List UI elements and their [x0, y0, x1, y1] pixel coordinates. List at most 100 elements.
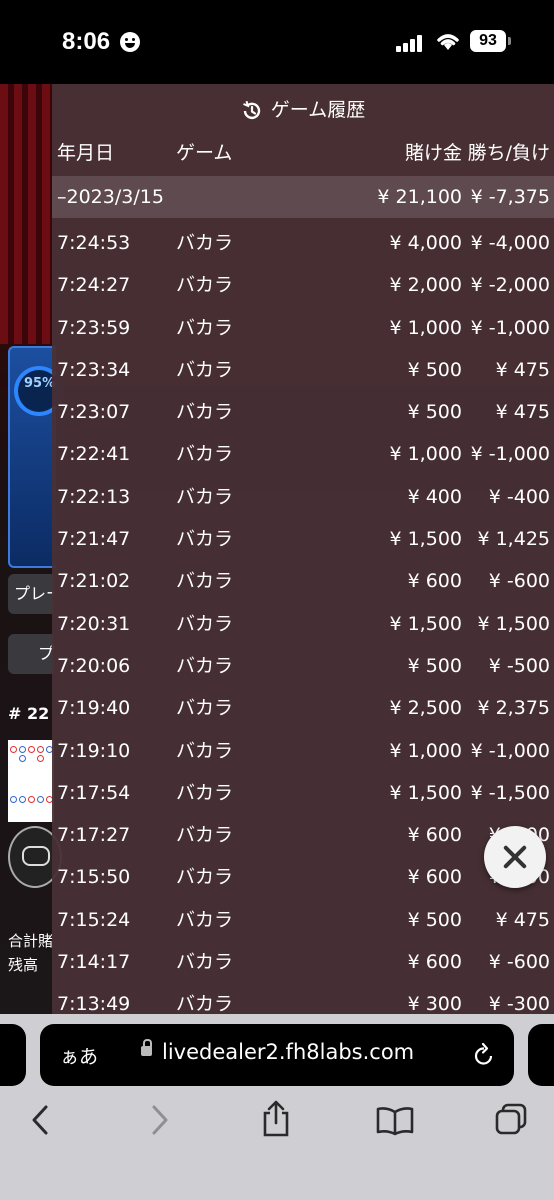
date-summary-row[interactable]: –2023/3/15 ¥ 21,100 ¥ -7,375 — [52, 176, 554, 218]
table-row[interactable]: 7:20:31 バカラ ¥ 1,500 ¥ 1,500 — [52, 603, 554, 645]
row-time: 7:19:10 — [57, 739, 131, 762]
row-bet: ¥ 600 — [407, 951, 462, 974]
wifi-icon — [437, 34, 459, 50]
row-time: 7:15:24 — [57, 908, 131, 931]
forward-icon[interactable] — [146, 1104, 172, 1136]
row-bet: ¥ 1,000 — [389, 316, 462, 339]
row-bet: ¥ 500 — [407, 908, 462, 931]
table-row[interactable]: 7:23:59 バカラ ¥ 1,000 ¥ -1,000 — [52, 307, 554, 349]
table-row[interactable]: 7:19:10 バカラ ¥ 1,000 ¥ -1,000 — [52, 730, 554, 772]
row-game: バカラ — [176, 654, 234, 677]
total-bet-label: 合計賭 — [8, 932, 54, 950]
row-time: 7:20:31 — [57, 612, 131, 635]
row-bet: ¥ 1,000 — [389, 443, 462, 466]
row-game: バカラ — [176, 739, 234, 762]
column-header-date: 年月日 — [57, 142, 115, 164]
row-time: 7:23:34 — [57, 358, 131, 381]
cellular-signal-icon — [396, 34, 424, 52]
play-button-secondary[interactable]: プ — [8, 634, 54, 674]
bookmarks-icon[interactable] — [376, 1106, 414, 1136]
row-time: 7:24:53 — [57, 232, 131, 254]
close-button[interactable] — [484, 826, 546, 888]
table-row[interactable]: 7:23:07 バカラ ¥ 500 ¥ 475 — [52, 391, 554, 433]
table-row[interactable]: 7:24:27 バカラ ¥ 2,000 ¥ -2,000 — [52, 264, 554, 306]
tabs-icon[interactable] — [494, 1102, 528, 1136]
column-header-win: 勝ち/負け — [467, 142, 550, 164]
row-time: 7:15:50 — [57, 866, 131, 889]
row-time: 7:14:17 — [57, 951, 131, 974]
history-icon — [242, 100, 260, 119]
panel-title: ゲーム履歴 — [52, 84, 554, 136]
url-text[interactable]: livedealer2.fh8labs.com — [162, 1040, 414, 1064]
table-row[interactable]: 7:17:27バカラ¥ 600¥ -600 — [52, 814, 554, 856]
row-bet: ¥ 500 — [407, 401, 462, 424]
battery-icon: 93 — [470, 30, 511, 52]
row-game: バカラ — [176, 697, 234, 720]
table-row[interactable]: 7:23:34 バカラ ¥ 500 ¥ 475 — [52, 349, 554, 391]
row-win: ¥ -300 — [488, 993, 550, 1012]
table-row[interactable]: 7:24:53 バカラ ¥ 4,000 ¥ -4,000 — [52, 222, 554, 264]
row-game: バカラ — [176, 781, 234, 804]
row-bet: ¥ 1,000 — [389, 739, 462, 762]
row-win: ¥ -1,000 — [470, 316, 550, 339]
row-time: 7:22:13 — [57, 485, 131, 508]
table-row[interactable]: 7:19:40 バカラ ¥ 2,500 ¥ 2,375 — [52, 687, 554, 729]
row-time: 7:17:27 — [57, 824, 131, 847]
row-bet: ¥ 1,500 — [389, 781, 462, 804]
row-bet: ¥ 300 — [407, 993, 462, 1012]
table-row[interactable]: 7:21:47 バカラ ¥ 1,500 ¥ 1,425 — [52, 518, 554, 560]
row-bet: ¥ 500 — [407, 654, 462, 677]
row-time: 7:21:02 — [57, 570, 131, 593]
row-win: ¥ -600 — [488, 951, 550, 974]
summary-date: –2023/3/15 — [57, 186, 164, 208]
page-settings-button[interactable]: ぁあ — [60, 1042, 98, 1069]
table-row[interactable]: 7:22:13 バカラ ¥ 400 ¥ -400 — [52, 476, 554, 518]
table-row[interactable]: 7:15:24 バカラ ¥ 500 ¥ 475 — [52, 899, 554, 941]
status-bar: 8:06 93 — [0, 0, 554, 84]
table-row[interactable]: 7:13:49 バカラ ¥ 300 ¥ -300 — [52, 983, 554, 1012]
status-time: 8:06 — [62, 28, 111, 55]
summary-bet: ¥ 21,100 — [377, 186, 462, 208]
row-game: バカラ — [176, 866, 234, 889]
table-row[interactable]: 7:14:17 バカラ ¥ 600 ¥ -600 — [52, 941, 554, 983]
roadmap-board[interactable] — [8, 740, 54, 822]
row-win: ¥ -4,000 — [470, 232, 550, 254]
row-game: バカラ — [176, 401, 234, 424]
history-list[interactable]: 7:24:53 バカラ ¥ 4,000 ¥ -4,000 7:24:27 バカラ ¥ 2,0… — [52, 222, 554, 1012]
row-win: ¥ -1,500 — [470, 781, 550, 804]
table-row[interactable]: 7:22:41 バカラ ¥ 1,000 ¥ -1,000 — [52, 433, 554, 475]
row-time: 7:23:59 — [57, 316, 131, 339]
next-tab-preview[interactable] — [528, 1024, 554, 1086]
table-row[interactable]: 7:17:54 バカラ ¥ 1,500 ¥ -1,500 — [52, 772, 554, 814]
row-time: 7:21:47 — [57, 528, 131, 551]
row-game: バカラ — [176, 274, 234, 297]
row-time: 7:17:54 — [57, 781, 131, 804]
row-game: バカラ — [176, 485, 234, 508]
row-game: バカラ — [176, 316, 234, 339]
table-row[interactable]: 7:21:02 バカラ ¥ 600 ¥ -600 — [52, 560, 554, 602]
row-win: ¥ -2,000 — [470, 274, 550, 297]
row-time: 7:20:06 — [57, 654, 131, 677]
reload-icon[interactable] — [472, 1042, 496, 1068]
share-icon[interactable] — [260, 1100, 292, 1138]
previous-tab-preview[interactable] — [0, 1024, 26, 1086]
row-bet: ¥ 1,500 — [389, 528, 462, 551]
table-row[interactable]: 7:15:50バカラ¥ 600¥ -600 — [52, 856, 554, 898]
row-bet: ¥ 2,500 — [389, 697, 462, 720]
row-bet: ¥ 600 — [407, 570, 462, 593]
row-win: ¥ 475 — [495, 358, 550, 381]
row-game: バカラ — [176, 232, 234, 254]
focus-mode-icon — [120, 32, 140, 52]
table-row[interactable]: 7:20:06 バカラ ¥ 500 ¥ -500 — [52, 645, 554, 687]
play-button[interactable]: プレー — [8, 574, 54, 614]
summary-win: ¥ -7,375 — [470, 186, 550, 208]
row-game: バカラ — [176, 358, 234, 381]
back-icon[interactable] — [28, 1104, 54, 1136]
row-win: ¥ -1,000 — [470, 739, 550, 762]
row-time: 7:22:41 — [57, 443, 131, 466]
lock-icon — [141, 1039, 152, 1056]
row-time: 7:19:40 — [57, 697, 131, 720]
balance-label: 残高 — [8, 956, 39, 974]
column-header-bet: 賭け金 — [404, 142, 462, 164]
row-game: バカラ — [176, 443, 234, 466]
